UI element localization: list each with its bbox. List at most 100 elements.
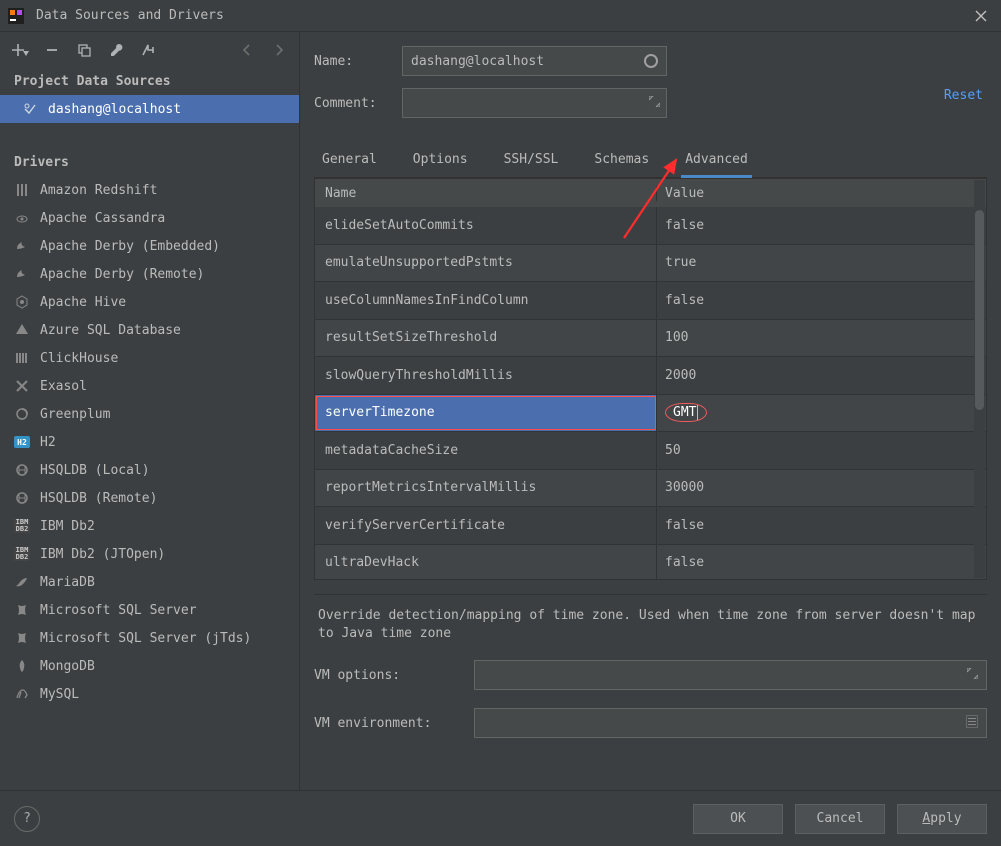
- cancel-button[interactable]: Cancel: [795, 804, 885, 834]
- close-button[interactable]: [969, 4, 993, 28]
- driver-item[interactable]: IBMDB2IBM Db2: [0, 512, 299, 540]
- prop-value[interactable]: false: [657, 282, 986, 319]
- remove-button[interactable]: [40, 38, 64, 62]
- help-button[interactable]: ?: [14, 806, 40, 832]
- apply-button[interactable]: Apply: [897, 804, 987, 834]
- driver-icon: [14, 490, 30, 506]
- header-value[interactable]: Value: [657, 186, 986, 201]
- driver-label: MongoDB: [40, 659, 95, 674]
- driver-icon: IBMDB2: [14, 518, 30, 534]
- table-row[interactable]: serverTimezoneGMT: [315, 395, 986, 433]
- driver-item[interactable]: MySQL: [0, 680, 299, 708]
- window-title: Data Sources and Drivers: [36, 8, 969, 23]
- table-row[interactable]: resultSetSizeThreshold100: [315, 320, 986, 358]
- wrench-icon[interactable]: [104, 38, 128, 62]
- tab-sshssl[interactable]: SSH/SSL: [500, 144, 563, 177]
- table-row[interactable]: ultraDevHackfalse: [315, 545, 986, 580]
- prop-value[interactable]: false: [657, 207, 986, 244]
- driver-icon: [14, 322, 30, 338]
- driver-item[interactable]: Greenplum: [0, 400, 299, 428]
- header-name[interactable]: Name: [315, 186, 657, 201]
- driver-icon: [14, 574, 30, 590]
- name-value: dashang@localhost: [411, 54, 544, 69]
- sidebar: Project Data Sources dashang@localhost D…: [0, 32, 300, 790]
- prop-value[interactable]: false: [657, 545, 986, 580]
- tab-general[interactable]: General: [318, 144, 381, 177]
- tab-schemas[interactable]: Schemas: [590, 144, 653, 177]
- tab-advanced[interactable]: Advanced: [681, 144, 752, 177]
- driver-label: HSQLDB (Remote): [40, 491, 157, 506]
- back-button[interactable]: [235, 38, 259, 62]
- name-label: Name:: [314, 54, 402, 69]
- table-row[interactable]: reportMetricsIntervalMillis30000: [315, 470, 986, 508]
- make-global-icon[interactable]: [136, 38, 160, 62]
- refresh-icon[interactable]: [644, 54, 658, 68]
- driver-item[interactable]: Microsoft SQL Server: [0, 596, 299, 624]
- driver-icon: H2: [14, 434, 30, 450]
- driver-item[interactable]: Apache Hive: [0, 288, 299, 316]
- prop-name: reportMetricsIntervalMillis: [315, 470, 657, 507]
- table-header: Name Value: [315, 179, 986, 207]
- driver-item[interactable]: MariaDB: [0, 568, 299, 596]
- table-scrollbar[interactable]: [974, 180, 985, 578]
- table-row[interactable]: metadataCacheSize50: [315, 432, 986, 470]
- driver-icon: [14, 238, 30, 254]
- expand-icon[interactable]: [649, 96, 660, 110]
- driver-item[interactable]: Apache Cassandra: [0, 204, 299, 232]
- table-row[interactable]: useColumnNamesInFindColumnfalse: [315, 282, 986, 320]
- driver-icon: [14, 350, 30, 366]
- prop-value[interactable]: 50: [657, 432, 986, 469]
- driver-icon: [14, 462, 30, 478]
- prop-name: resultSetSizeThreshold: [315, 320, 657, 357]
- driver-label: Greenplum: [40, 407, 110, 422]
- add-button[interactable]: [8, 38, 32, 62]
- driver-item[interactable]: IBMDB2IBM Db2 (JTOpen): [0, 540, 299, 568]
- prop-name: elideSetAutoCommits: [315, 207, 657, 244]
- table-row[interactable]: elideSetAutoCommitsfalse: [315, 207, 986, 245]
- prop-value[interactable]: 100: [657, 320, 986, 357]
- expand-icon[interactable]: [967, 668, 978, 682]
- vm-options-input[interactable]: [474, 660, 987, 690]
- dialog-footer: ? OK Cancel Apply: [0, 790, 1001, 846]
- driver-item[interactable]: MongoDB: [0, 652, 299, 680]
- driver-item[interactable]: Amazon Redshift: [0, 176, 299, 204]
- prop-value[interactable]: true: [657, 245, 986, 282]
- prop-value[interactable]: 30000: [657, 470, 986, 507]
- table-row[interactable]: verifyServerCertificatefalse: [315, 507, 986, 545]
- tab-options[interactable]: Options: [409, 144, 472, 177]
- prop-name: emulateUnsupportedPstmts: [315, 245, 657, 282]
- prop-value[interactable]: false: [657, 507, 986, 544]
- tabs: General Options SSH/SSL Schemas Advanced: [314, 144, 987, 178]
- titlebar: Data Sources and Drivers: [0, 0, 1001, 32]
- driver-icon: [14, 182, 30, 198]
- driver-item[interactable]: ClickHouse: [0, 344, 299, 372]
- driver-label: ClickHouse: [40, 351, 118, 366]
- driver-icon: [14, 630, 30, 646]
- driver-icon: IBMDB2: [14, 546, 30, 562]
- driver-item[interactable]: HSQLDB (Remote): [0, 484, 299, 512]
- driver-item[interactable]: Microsoft SQL Server (jTds): [0, 624, 299, 652]
- reset-link[interactable]: Reset: [944, 88, 983, 103]
- driver-label: Apache Cassandra: [40, 211, 165, 226]
- driver-item[interactable]: H2H2: [0, 428, 299, 456]
- driver-item[interactable]: Exasol: [0, 372, 299, 400]
- prop-name: ultraDevHack: [315, 545, 657, 580]
- driver-icon: [14, 658, 30, 674]
- driver-item[interactable]: Apache Derby (Embedded): [0, 232, 299, 260]
- forward-button[interactable]: [267, 38, 291, 62]
- prop-name: serverTimezone: [315, 395, 657, 432]
- copy-button[interactable]: [72, 38, 96, 62]
- ok-button[interactable]: OK: [693, 804, 783, 834]
- driver-item[interactable]: HSQLDB (Local): [0, 456, 299, 484]
- table-row[interactable]: emulateUnsupportedPstmtstrue: [315, 245, 986, 283]
- name-input[interactable]: dashang@localhost: [402, 46, 667, 76]
- comment-input[interactable]: [402, 88, 667, 118]
- prop-value[interactable]: 2000: [657, 357, 986, 394]
- driver-item[interactable]: Apache Derby (Remote): [0, 260, 299, 288]
- prop-value[interactable]: GMT: [657, 395, 986, 432]
- list-icon[interactable]: [966, 716, 978, 731]
- vm-env-input[interactable]: [474, 708, 987, 738]
- table-row[interactable]: slowQueryThresholdMillis2000: [315, 357, 986, 395]
- datasource-item[interactable]: dashang@localhost: [0, 95, 299, 123]
- driver-item[interactable]: Azure SQL Database: [0, 316, 299, 344]
